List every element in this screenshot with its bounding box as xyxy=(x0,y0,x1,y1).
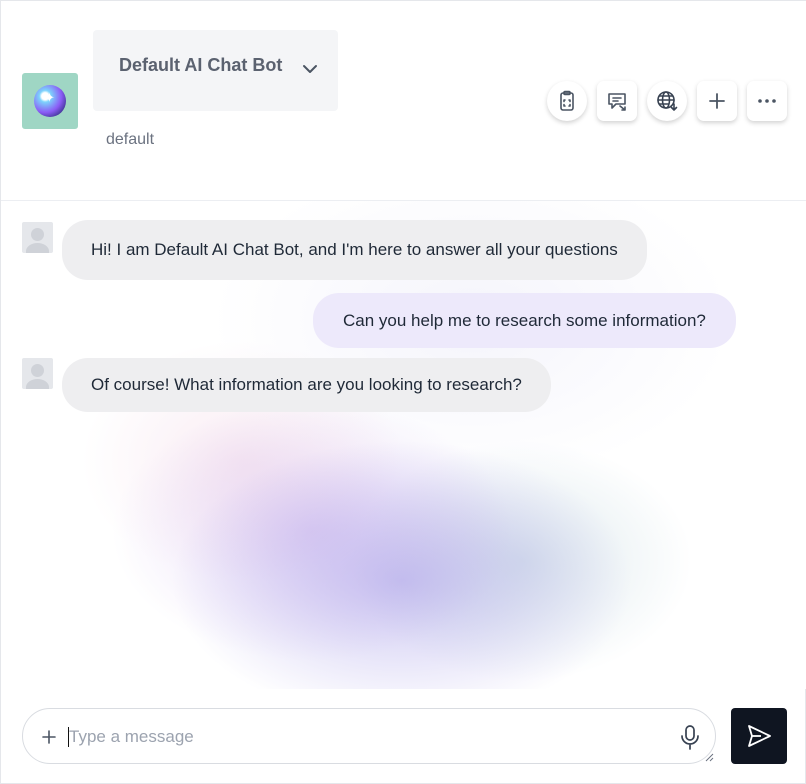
microphone-icon[interactable] xyxy=(678,723,702,751)
send-icon xyxy=(748,725,771,747)
message-share-icon xyxy=(608,93,626,111)
clipboard-scan-button[interactable] xyxy=(547,81,587,121)
more-options-button[interactable] xyxy=(747,81,787,121)
bot-name: Default AI Chat Bot xyxy=(119,55,283,75)
chat-header: Default AI Chat Bot default xyxy=(1,1,806,201)
attach-plus-icon[interactable] xyxy=(39,727,59,747)
message-composer xyxy=(22,708,716,764)
more-horizontal-icon xyxy=(758,99,776,103)
bot-message: Hi! I am Default AI Chat Bot, and I'm he… xyxy=(62,220,647,280)
bot-selector-dropdown[interactable]: Default AI Chat Bot xyxy=(93,30,338,111)
plus-icon xyxy=(709,93,725,109)
bot-avatar xyxy=(22,73,78,129)
clipboard-scan-icon xyxy=(560,90,574,111)
new-chat-button[interactable] xyxy=(697,81,737,121)
user-message: Can you help me to research some informa… xyxy=(313,293,736,348)
chevron-down-icon xyxy=(303,65,317,73)
globe-download-icon xyxy=(657,91,678,111)
bot-logo-icon xyxy=(34,85,66,117)
message-input[interactable] xyxy=(69,723,669,751)
translate-button[interactable] xyxy=(647,81,687,121)
bot-message: Of course! What information are you look… xyxy=(62,358,551,412)
resize-grip-icon[interactable] xyxy=(705,753,714,762)
bot-message-avatar xyxy=(22,222,53,253)
chat-window: Default AI Chat Bot default xyxy=(0,0,806,784)
bot-subtitle: default xyxy=(106,131,155,148)
bot-message-avatar xyxy=(22,358,53,389)
message-list[interactable]: Hi! I am Default AI Chat Bot, and I'm he… xyxy=(2,201,806,689)
send-button[interactable] xyxy=(731,708,787,764)
share-chat-button[interactable] xyxy=(597,81,637,121)
